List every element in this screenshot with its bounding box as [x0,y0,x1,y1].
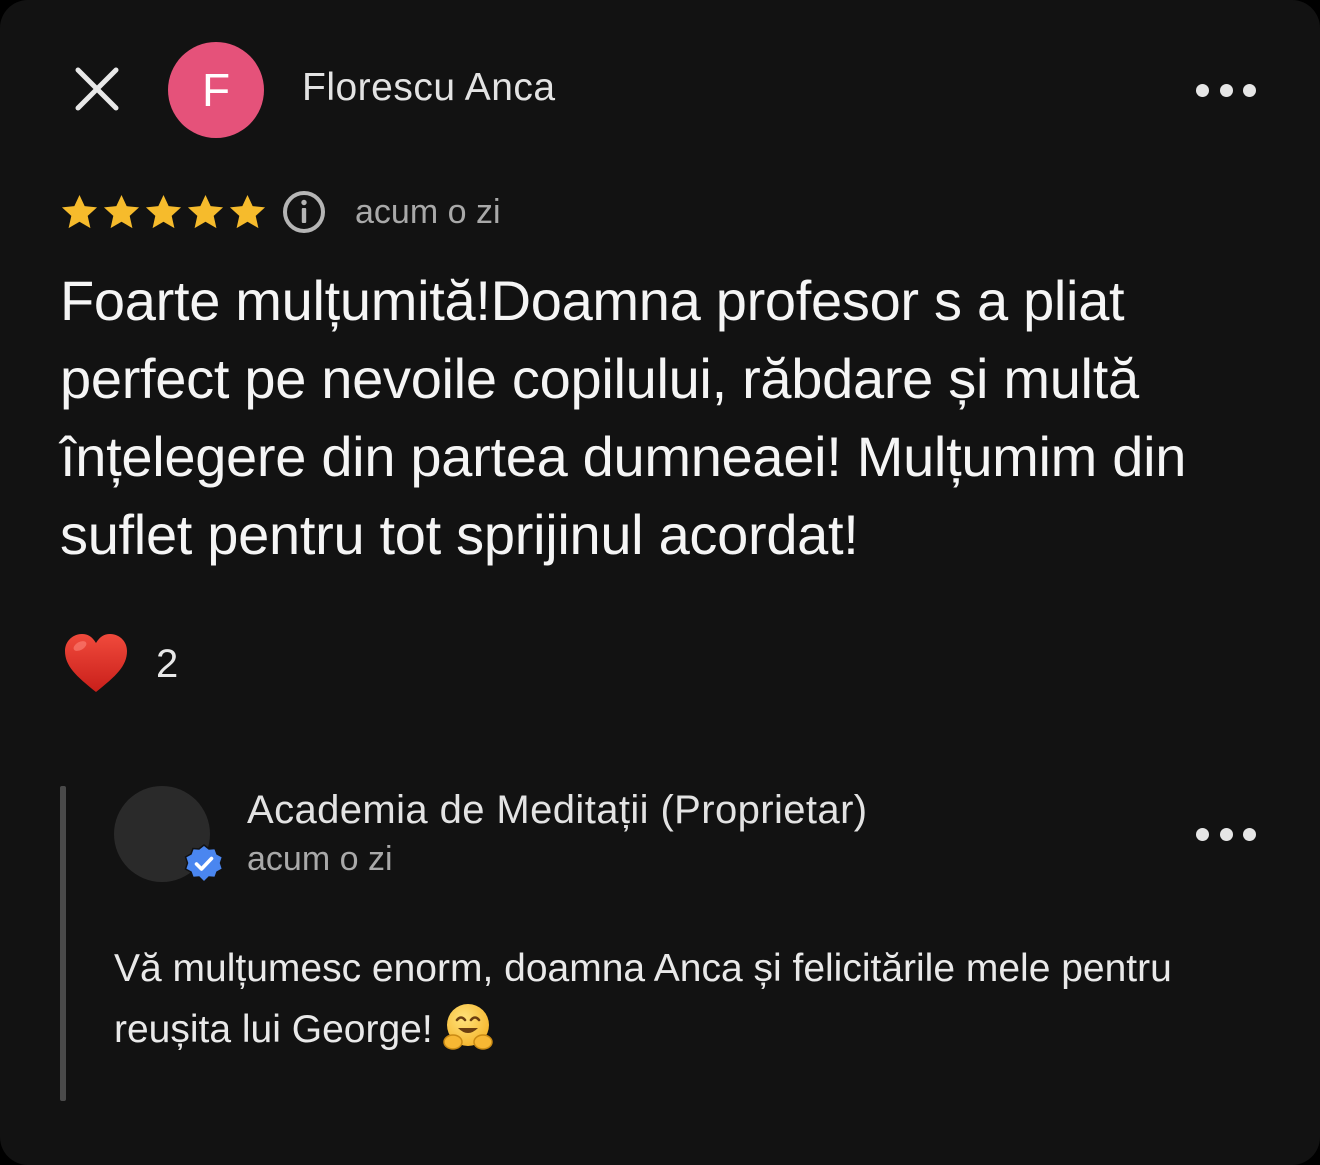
review-time: acum o zi [355,192,501,231]
reply-time: acum o zi [247,840,393,878]
star-rating [60,193,267,232]
info-icon [283,191,325,233]
author-avatar[interactable]: F [168,42,264,138]
star-icon [145,194,182,228]
reply-divider [60,786,66,1101]
owner-name[interactable]: Academia de Meditații (Proprietar) [247,788,868,833]
reply-text: Vă mulțumesc enorm, doamna Anca și felic… [114,947,1172,1051]
close-icon [75,67,119,111]
review-text: Foarte mulțumită!Doamna profesor s a pli… [60,269,1187,566]
rating-row: acum o zi [60,188,501,236]
reaction-button[interactable]: 2 [62,630,178,698]
hugging-face-emoji [442,1004,493,1050]
rating-info-button[interactable] [281,189,327,235]
star-icon [103,194,140,228]
close-button[interactable] [70,62,124,116]
review-more-options-button[interactable] [1196,75,1256,105]
review-dialog: F Florescu Anca acum o zi Foarte mulțumi… [0,0,1320,1165]
star-icon [187,194,224,228]
reply-text-block: Vă mulțumesc enorm, doamna Anca și felic… [114,938,1234,1060]
author-initial: F [201,64,231,116]
more-horizontal-icon [1196,827,1209,841]
star-icon [61,194,98,228]
author-name[interactable]: Florescu Anca [302,66,556,110]
verified-badge-icon [184,844,224,884]
red-heart-icon [65,634,127,692]
more-horizontal-icon [1196,83,1209,97]
reply-more-options-button[interactable] [1196,819,1256,849]
reaction-count: 2 [156,641,179,686]
star-icon [229,194,266,228]
